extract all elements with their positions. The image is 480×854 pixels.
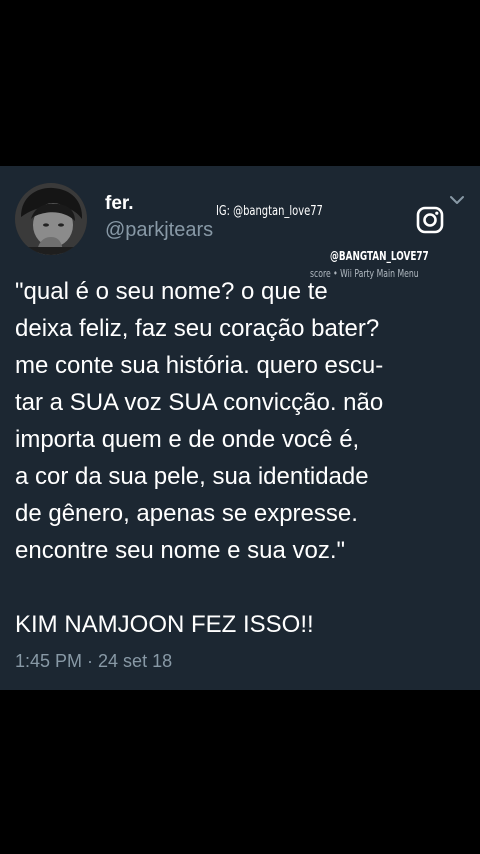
tweet-closing-line: KIM NAMJOON FEZ ISSO!! [15, 611, 314, 638]
avatar-photo [15, 183, 87, 255]
watermark-ig-text: IG: @bangtan_love77 [216, 204, 323, 219]
tweet-text-line: importa quem e de onde você é, [15, 426, 360, 453]
avatar[interactable] [15, 183, 87, 255]
tweet-timestamp[interactable]: 1:45 PM · 24 set 18 [15, 651, 172, 672]
tweet-card: fer. @parkjtears IG: @bangtan_love77 @BA… [0, 166, 480, 690]
tweet-text: "qual é o seu nome? o que te deixa feliz… [15, 273, 475, 643]
author-name[interactable]: fer. [105, 193, 134, 215]
author-handle[interactable]: @parkjtears [105, 219, 213, 242]
tweet-text-line: tar a SUA voz SUA convicção. não [15, 389, 384, 416]
chevron-down-icon[interactable] [449, 194, 465, 206]
tweet-text-line: "qual é o seu nome? o que te [15, 278, 328, 305]
tweet-text-line: a cor da sua pele, sua identidade [15, 463, 369, 490]
tweet-text-line: encontre seu nome e sua voz." [15, 537, 346, 564]
watermark-handle: @BANGTAN_LOVE77 [330, 249, 429, 263]
instagram-icon [416, 206, 444, 234]
tweet-text-line: de gênero, apenas se expresse. [15, 500, 358, 527]
tweet-text-line: deixa feliz, faz seu coração bater? [15, 315, 380, 342]
tweet-text-line: me conte sua história. quero escu- [15, 352, 384, 379]
